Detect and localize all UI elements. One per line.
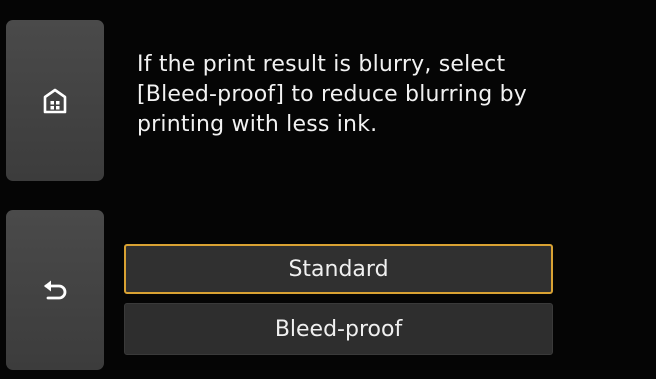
- instruction-message: If the print result is blurry, select [B…: [137, 52, 527, 137]
- back-button[interactable]: [6, 210, 104, 370]
- bleed-proof-option-button[interactable]: Bleed-proof: [124, 303, 553, 355]
- standard-option-label: Standard: [288, 256, 389, 282]
- printer-screen: If the print result is blurry, select [B…: [0, 0, 666, 383]
- home-button[interactable]: [6, 20, 104, 181]
- standard-option-button[interactable]: Standard: [124, 244, 553, 294]
- back-arrow-icon: [42, 279, 68, 301]
- bleed-proof-option-label: Bleed-proof: [274, 316, 403, 342]
- home-icon: [43, 88, 67, 114]
